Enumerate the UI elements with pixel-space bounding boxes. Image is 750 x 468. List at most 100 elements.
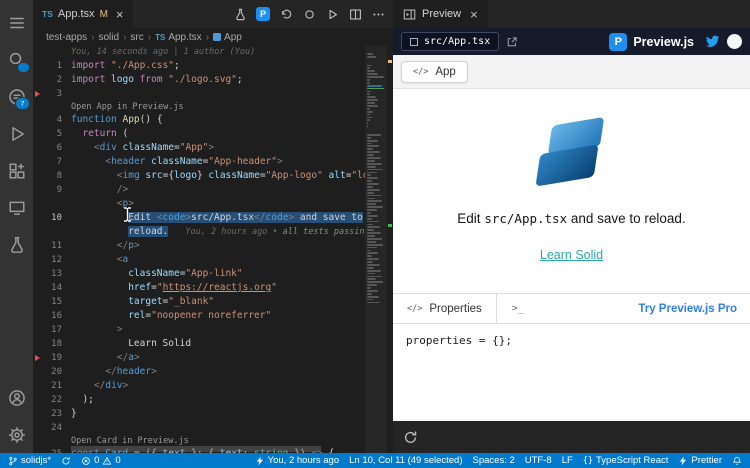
line-number: 22 xyxy=(33,393,71,407)
status-notifications[interactable] xyxy=(732,456,742,466)
learn-solid-link[interactable]: Learn Solid xyxy=(540,248,603,262)
code-line[interactable]: 10 Edit <code>src/App.tsx</code> and sav… xyxy=(33,211,365,225)
twitter-icon[interactable] xyxy=(705,34,720,49)
status-formatter[interactable]: Prettier xyxy=(678,455,722,466)
breadcrumb-item-app[interactable]: App xyxy=(213,32,242,43)
preview-message: Edit src/App.tsx and save to reload. xyxy=(457,211,685,226)
code-line[interactable]: 24 xyxy=(33,421,365,435)
terminal-icon[interactable]: >_ xyxy=(497,303,539,314)
code-line[interactable]: 6 <div className="App"> xyxy=(33,141,365,155)
file-selector-button[interactable]: src/App.tsx xyxy=(401,32,499,51)
code-line[interactable]: 16 rel="noopener noreferrer" xyxy=(33,309,365,323)
code-line[interactable]: 22 ); xyxy=(33,393,365,407)
breadcrumb-item-solid[interactable]: solid xyxy=(98,32,119,43)
activity-item-account[interactable] xyxy=(0,379,33,416)
tab-preview[interactable]: Preview × xyxy=(393,0,488,28)
code-line[interactable]: 2import logo from "./logo.svg"; xyxy=(33,73,365,87)
code-line[interactable]: 13 className="App-link" xyxy=(33,267,365,281)
git-deleted-marker xyxy=(35,355,40,361)
status-problems[interactable]: 0 0 xyxy=(81,455,121,466)
eol-label: LF xyxy=(562,455,573,466)
code-line[interactable]: 12 <a xyxy=(33,253,365,267)
code-text: </p> xyxy=(71,239,140,253)
code-line[interactable]: <p> xyxy=(33,197,365,211)
status-language-mode[interactable]: {} TypeScript React xyxy=(583,455,669,466)
code-text: reload. You, 2 hours ago • all tests pas… xyxy=(71,225,365,239)
properties-bar: </> Properties >_ Try Preview.js Pro xyxy=(393,293,750,324)
tab-app-tsx[interactable]: TS App.tsx M × xyxy=(33,0,133,28)
line-number: 18 xyxy=(33,337,71,351)
code-line[interactable]: 7 <header className="App-header"> xyxy=(33,155,365,169)
run-debug-icon xyxy=(8,125,26,143)
code-line[interactable]: 21 </div> xyxy=(33,379,365,393)
status-cursor-position[interactable]: Ln 10, Col 11 (49 selected) xyxy=(349,455,462,466)
activity-item-search[interactable] xyxy=(0,41,33,78)
run-icon[interactable] xyxy=(322,4,342,24)
activity-item-menu[interactable] xyxy=(0,4,33,41)
activity-item-run-debug[interactable] xyxy=(0,115,33,152)
status-encoding[interactable]: UTF-8 xyxy=(525,455,552,466)
code-line[interactable]: 14 href="https://reactjs.org" xyxy=(33,281,365,295)
status-sync[interactable] xyxy=(61,456,71,466)
code-line[interactable]: 8 <img src={logo} className="App-logo" a… xyxy=(33,169,365,183)
refresh-icon[interactable] xyxy=(403,430,418,445)
activity-item-remote-explorer[interactable] xyxy=(0,189,33,226)
beaker-icon[interactable] xyxy=(230,4,250,24)
language-mode-label: TypeScript React xyxy=(596,455,668,466)
component-button-app[interactable]: </> App xyxy=(401,61,468,83)
code-line[interactable]: 17 > xyxy=(33,323,365,337)
status-eol[interactable]: LF xyxy=(562,455,573,466)
code-line[interactable]: reload. You, 2 hours ago • all tests pas… xyxy=(33,225,365,239)
more-actions-icon[interactable] xyxy=(368,4,388,24)
code-line[interactable]: 1import "./App.css"; xyxy=(33,59,365,73)
cursor-position-label: Ln 10, Col 11 (49 selected) xyxy=(349,455,462,466)
breadcrumb-item-app-tsx[interactable]: TSApp.tsx xyxy=(155,32,202,43)
code-line[interactable]: 15 target="_blank" xyxy=(33,295,365,309)
line-number: 19 xyxy=(33,351,71,365)
status-blame[interactable]: You, 2 hours ago xyxy=(255,455,340,466)
status-indentation[interactable]: Spaces: 2 xyxy=(473,455,515,466)
status-branch[interactable]: solidjs* xyxy=(8,455,51,466)
code-line[interactable]: 11 </p> xyxy=(33,239,365,253)
activity-item-settings[interactable] xyxy=(0,416,33,453)
minimap[interactable] xyxy=(365,46,387,453)
close-panel-icon[interactable]: × xyxy=(470,7,478,22)
tab-properties[interactable]: </> Properties xyxy=(393,294,497,323)
external-link-icon[interactable] xyxy=(506,36,518,48)
breadcrumb-item-test-apps[interactable]: test-apps xyxy=(46,32,87,43)
code-line[interactable]: 4function App() { xyxy=(33,113,365,127)
codelens-link[interactable]: Open App in Preview.js xyxy=(33,101,365,113)
code-line[interactable]: 9 /> xyxy=(33,183,365,197)
warning-icon xyxy=(102,456,112,466)
record-icon[interactable] xyxy=(299,4,319,24)
code-line[interactable]: 23} xyxy=(33,407,365,421)
horizontal-scrollbar[interactable] xyxy=(71,446,321,452)
split-editor-icon[interactable] xyxy=(345,4,365,24)
line-number: 15 xyxy=(33,295,71,309)
github-icon[interactable] xyxy=(727,34,742,49)
activity-item-extensions[interactable] xyxy=(0,152,33,189)
code-line[interactable]: 5 return ( xyxy=(33,127,365,141)
previewjs-pro-link[interactable]: Try Preview.js Pro xyxy=(638,303,750,315)
code-editor[interactable]: You, 14 seconds ago | 1 author (You)1imp… xyxy=(33,46,393,453)
code-line[interactable]: 20 </header> xyxy=(33,365,365,379)
message-code: src/App.tsx xyxy=(484,211,567,226)
code-line[interactable]: 19 </a> xyxy=(33,351,365,365)
code-line[interactable]: 3 xyxy=(33,87,365,101)
editor-tab-bar: TS App.tsx M × P xyxy=(33,0,393,28)
properties-editor[interactable]: properties = {}; xyxy=(393,324,750,421)
extensions-icon xyxy=(8,162,26,180)
close-tab-icon[interactable]: × xyxy=(116,7,124,22)
code-text: return ( xyxy=(71,127,128,141)
code-line[interactable]: 18 Learn Solid xyxy=(33,337,365,351)
discard-icon[interactable] xyxy=(276,4,296,24)
code-lines[interactable]: You, 14 seconds ago | 1 author (You)1imp… xyxy=(33,46,365,453)
previewjs-icon[interactable]: P xyxy=(256,7,270,21)
breadcrumb-item-src[interactable]: src xyxy=(130,32,143,43)
code-text: </header> xyxy=(71,365,157,379)
code-icon: </> xyxy=(413,67,428,77)
activity-item-chat[interactable]: 7 xyxy=(0,78,33,115)
activity-item-testing[interactable] xyxy=(0,226,33,263)
code-text: Edit <code>src/App.tsx</code> and save t… xyxy=(71,211,363,225)
properties-tab-label: Properties xyxy=(429,303,481,315)
